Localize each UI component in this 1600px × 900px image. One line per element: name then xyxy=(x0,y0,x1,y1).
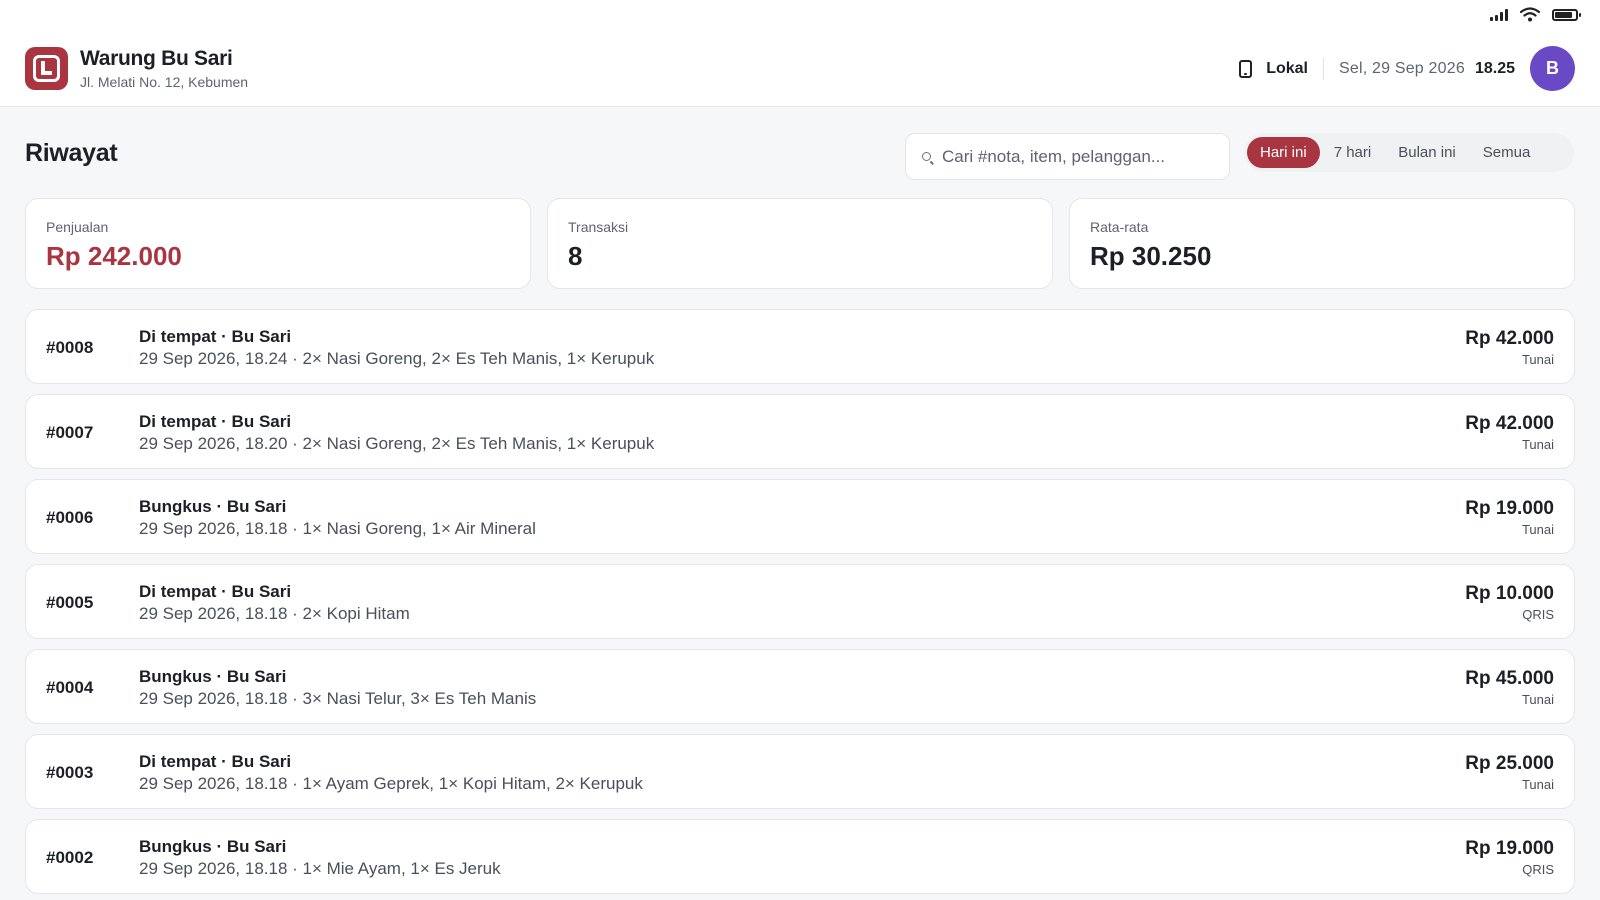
transaction-detail: 29 Sep 2026, 18.24 · 2× Nasi Goreng, 2× … xyxy=(139,349,655,368)
store-logo-icon xyxy=(25,47,68,90)
current-date: Sel, 29 Sep 2026 xyxy=(1338,59,1465,77)
search-input[interactable] xyxy=(942,146,1212,167)
transaction-title: Bungkus · Bu Sari xyxy=(139,667,287,686)
transaction-row[interactable]: #0008 Di tempat · Bu Sari 29 Sep 2026, 1… xyxy=(25,309,1575,384)
stat-value: Rp 30.250 xyxy=(1090,241,1212,271)
payment-method: QRIS xyxy=(1522,862,1554,877)
transaction-title: Bungkus · Bu Sari xyxy=(139,497,287,516)
stat-card-sales: Penjualan Rp 242.000 xyxy=(25,198,531,289)
tab-7-days[interactable]: 7 hari xyxy=(1321,137,1385,168)
transaction-detail: 29 Sep 2026, 18.18 · 3× Nasi Telur, 3× E… xyxy=(139,689,537,708)
stat-label: Rata-rata xyxy=(1090,219,1149,235)
store-name: Warung Bu Sari xyxy=(80,47,233,70)
receipt-number: #0005 xyxy=(46,593,94,612)
period-filter-tabs: Hari ini 7 hari Bulan ini Semua xyxy=(1244,133,1574,172)
payment-method: Tunai xyxy=(1521,522,1554,537)
receipt-number: #0003 xyxy=(46,763,94,782)
page-title: Riwayat xyxy=(25,139,118,167)
transaction-row[interactable]: #0005 Di tempat · Bu Sari 29 Sep 2026, 1… xyxy=(25,564,1575,639)
transaction-row[interactable]: #0003 Di tempat · Bu Sari 29 Sep 2026, 1… xyxy=(25,734,1575,809)
receipt-number: #0004 xyxy=(46,678,94,697)
transaction-list: #0008 Di tempat · Bu Sari 29 Sep 2026, 1… xyxy=(25,309,1575,900)
app-header: Warung Bu Sari Jl. Melati No. 12, Kebume… xyxy=(0,30,1600,107)
avatar[interactable]: B xyxy=(1530,46,1575,91)
tablet-icon xyxy=(1239,59,1253,78)
payment-method: QRIS xyxy=(1522,607,1554,622)
system-status-bar xyxy=(0,0,1600,30)
transaction-title: Di tempat · Bu Sari xyxy=(139,582,292,601)
transaction-row[interactable]: #0004 Bungkus · Bu Sari 29 Sep 2026, 18.… xyxy=(25,649,1575,724)
payment-method: Tunai xyxy=(1521,692,1554,707)
header-right: Lokal Sel, 29 Sep 2026 18.25 B xyxy=(1239,46,1575,91)
stat-value: 8 xyxy=(568,241,583,271)
transaction-amount: Rp 19.000 xyxy=(1465,498,1554,519)
battery-icon xyxy=(1552,8,1581,21)
wifi-icon xyxy=(1520,7,1540,22)
transaction-title: Di tempat · Bu Sari xyxy=(139,752,292,771)
stat-card-average: Rata-rata Rp 30.250 xyxy=(1069,198,1575,289)
transaction-title: Bungkus · Bu Sari xyxy=(139,837,287,856)
tab-today[interactable]: Hari ini xyxy=(1247,137,1320,168)
transaction-amount: Rp 42.000 xyxy=(1465,413,1554,434)
receipt-number: #0002 xyxy=(46,848,94,867)
transaction-row[interactable]: #0002 Bungkus · Bu Sari 29 Sep 2026, 18.… xyxy=(25,819,1575,894)
payment-method: Tunai xyxy=(1521,777,1554,792)
payment-method: Tunai xyxy=(1521,352,1554,367)
stat-label: Penjualan xyxy=(46,219,109,235)
payment-method: Tunai xyxy=(1521,437,1554,452)
receipt-number: #0006 xyxy=(46,508,94,527)
tab-all[interactable]: Semua xyxy=(1470,137,1544,168)
transaction-row[interactable]: #0006 Bungkus · Bu Sari 29 Sep 2026, 18.… xyxy=(25,479,1575,554)
transaction-detail: 29 Sep 2026, 18.18 · 1× Nasi Goreng, 1× … xyxy=(139,519,536,538)
transaction-detail: 29 Sep 2026, 18.18 · 1× Ayam Geprek, 1× … xyxy=(139,774,643,793)
transaction-amount: Rp 10.000 xyxy=(1465,583,1554,604)
divider xyxy=(1322,57,1324,80)
status-icons xyxy=(1490,7,1581,22)
receipt-number: #0008 xyxy=(46,338,94,357)
store-address: Jl. Melati No. 12, Kebumen xyxy=(80,74,249,90)
current-time: 18.25 xyxy=(1474,59,1515,77)
stat-card-transactions: Transaksi 8 xyxy=(547,198,1053,289)
stat-value: Rp 242.000 xyxy=(46,241,182,271)
signal-icon xyxy=(1490,8,1508,21)
transaction-amount: Rp 45.000 xyxy=(1465,668,1554,689)
transaction-detail: 29 Sep 2026, 18.18 · 2× Kopi Hitam xyxy=(139,604,410,623)
transaction-title: Di tempat · Bu Sari xyxy=(139,412,292,431)
transaction-amount: Rp 19.000 xyxy=(1465,838,1554,859)
transaction-detail: 29 Sep 2026, 18.18 · 1× Mie Ayam, 1× Es … xyxy=(139,859,501,878)
search-icon xyxy=(922,152,931,161)
stat-label: Transaksi xyxy=(568,219,629,235)
tab-this-month[interactable]: Bulan ini xyxy=(1385,137,1469,168)
transaction-title: Di tempat · Bu Sari xyxy=(139,327,292,346)
search-bar[interactable] xyxy=(905,133,1230,180)
receipt-number: #0007 xyxy=(46,423,94,442)
transaction-amount: Rp 42.000 xyxy=(1465,328,1554,349)
transaction-amount: Rp 25.000 xyxy=(1465,753,1554,774)
transaction-row[interactable]: #0007 Di tempat · Bu Sari 29 Sep 2026, 1… xyxy=(25,394,1575,469)
transaction-detail: 29 Sep 2026, 18.20 · 2× Nasi Goreng, 2× … xyxy=(139,434,655,453)
mode-label[interactable]: Lokal xyxy=(1266,60,1308,78)
